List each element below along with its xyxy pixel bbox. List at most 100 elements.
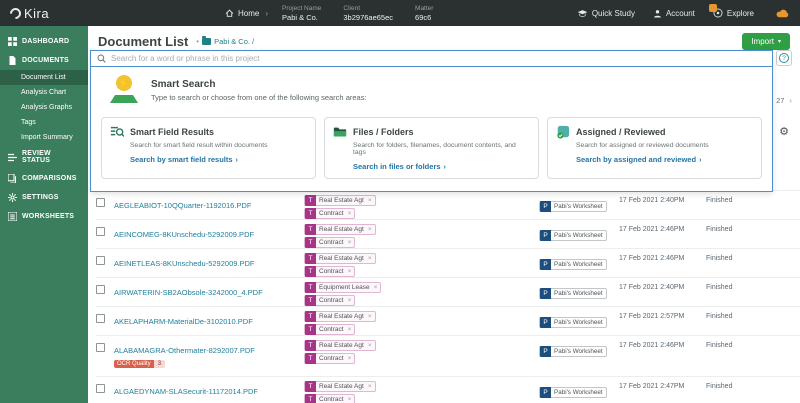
- project-name-label: Project Name: [282, 5, 321, 13]
- row-checkbox[interactable]: [96, 314, 105, 323]
- status-text: Finished: [706, 340, 732, 349]
- table-settings-gear-icon[interactable]: ⚙: [779, 127, 789, 137]
- worksheet-pill[interactable]: PPabi's Worksheet: [539, 387, 607, 398]
- search-input[interactable]: [111, 54, 766, 63]
- account-link[interactable]: Account: [653, 9, 695, 18]
- pagination-next-icon[interactable]: ›: [789, 96, 792, 105]
- search-by-smart-field-link[interactable]: Search by smart field results›: [130, 155, 307, 164]
- tag-pill[interactable]: TReal Estate Agt×: [304, 195, 376, 206]
- tag-pill[interactable]: TContract×: [304, 295, 355, 306]
- sidebar-item-document-list[interactable]: Document List: [0, 70, 88, 85]
- assigned-reviewed-icon: [556, 125, 570, 139]
- explore-link[interactable]: Explore: [713, 8, 754, 18]
- tag-label: Contract: [319, 396, 344, 403]
- search-in-files-link[interactable]: Search in files or folders›: [353, 162, 530, 171]
- tag-remove-icon[interactable]: ×: [374, 284, 378, 291]
- row-checkbox[interactable]: [96, 343, 105, 352]
- cloud-icon[interactable]: [776, 8, 790, 18]
- sidebar-item-review-status[interactable]: REVIEW STATUS: [0, 145, 88, 169]
- row-checkbox[interactable]: [96, 384, 105, 393]
- import-button-label: Import: [751, 37, 774, 46]
- tag-remove-icon[interactable]: ×: [348, 239, 352, 246]
- tag-label: Contract: [319, 239, 344, 246]
- quick-study-link[interactable]: Quick Study: [577, 9, 635, 18]
- row-checkbox[interactable]: [96, 198, 105, 207]
- card-files-folders[interactable]: Files / Folders Search for folders, file…: [324, 117, 539, 179]
- tag-remove-icon[interactable]: ×: [348, 396, 352, 403]
- document-link[interactable]: ALABAMAGRA-Othermater-8292007.PDF: [114, 345, 255, 356]
- sidebar-label-settings: SETTINGS: [22, 194, 59, 201]
- search-by-assigned-link[interactable]: Search by assigned and reviewed›: [576, 155, 753, 164]
- tag-remove-icon[interactable]: ×: [368, 383, 372, 390]
- tag-pill[interactable]: TContract×: [304, 353, 355, 364]
- help-button[interactable]: ?: [776, 50, 792, 66]
- table-row: AKELAPHARM-MaterialDe-3102010.PDF TReal E…: [96, 307, 800, 336]
- import-button[interactable]: Import ▾: [742, 33, 790, 50]
- tag-remove-icon[interactable]: ×: [368, 313, 372, 320]
- sidebar-item-comparisons[interactable]: COMPARISONS: [0, 169, 88, 188]
- worksheet-pill[interactable]: PPabi's Worksheet: [539, 346, 607, 357]
- card-title: Files / Folders: [353, 127, 414, 137]
- tag-pill[interactable]: TReal Estate Agt×: [304, 311, 376, 322]
- tag-pill[interactable]: TEquipment Lease×: [304, 282, 381, 293]
- sidebar-item-dashboard[interactable]: DASHBOARD: [0, 32, 88, 51]
- tags-cell: TReal Estate Agt× TContract×: [304, 311, 539, 335]
- home-link[interactable]: Home ›: [225, 9, 268, 18]
- sidebar: DASHBOARD DOCUMENTS Document List Analys…: [0, 26, 88, 403]
- worksheet-pill[interactable]: PPabi's Worksheet: [539, 201, 607, 212]
- document-link[interactable]: ALGAEDYNAM-SLASecurit-11172014.PDF: [114, 386, 258, 397]
- tag-remove-icon[interactable]: ×: [348, 326, 352, 333]
- kira-logo[interactable]: Kira: [10, 6, 225, 21]
- tag-pill[interactable]: TReal Estate Agt×: [304, 381, 376, 392]
- sidebar-item-analysis-graphs[interactable]: Analysis Graphs: [0, 100, 88, 115]
- tag-remove-icon[interactable]: ×: [368, 342, 372, 349]
- chevron-right-icon: ›: [444, 164, 446, 171]
- pagination-count: 27: [776, 96, 784, 105]
- worksheet-pill[interactable]: PPabi's Worksheet: [539, 288, 607, 299]
- sidebar-item-tags[interactable]: Tags: [0, 115, 88, 130]
- document-link[interactable]: AIRWATERIN-SB2AObsole-3242000_4.PDF: [114, 287, 263, 298]
- document-name-cell: AEGLEABIOT-10QQuarter-1192016.PDF: [114, 195, 304, 213]
- row-checkbox[interactable]: [96, 285, 105, 294]
- breadcrumb[interactable]: • Pabi & Co. /: [196, 37, 254, 46]
- tag-pill[interactable]: TReal Estate Agt×: [304, 224, 376, 235]
- home-icon: [225, 9, 234, 18]
- worksheet-pill[interactable]: PPabi's Worksheet: [539, 317, 607, 328]
- document-link[interactable]: AEINCOMEG-8KUnschedu-5292009.PDF: [114, 229, 254, 240]
- tag-remove-icon[interactable]: ×: [368, 197, 372, 204]
- sidebar-item-documents[interactable]: DOCUMENTS: [0, 51, 88, 70]
- worksheet-pill[interactable]: PPabi's Worksheet: [539, 259, 607, 270]
- account-label: Account: [666, 9, 695, 18]
- worksheet-type-badge: P: [540, 259, 551, 270]
- smart-search-title: Smart Search: [151, 79, 367, 90]
- document-link[interactable]: AEINETLEAS-8KUnschedu-5292009.PDF: [114, 258, 255, 269]
- tag-remove-icon[interactable]: ×: [348, 268, 352, 275]
- document-link[interactable]: AKELAPHARM-MaterialDe-3102010.PDF: [114, 316, 253, 327]
- tag-pill[interactable]: TContract×: [304, 324, 355, 335]
- document-name-cell: ALGAEDYNAM-SLASecurit-11172014.PDF: [114, 381, 304, 399]
- tag-pill[interactable]: TReal Estate Agt×: [304, 340, 376, 351]
- tag-remove-icon[interactable]: ×: [368, 255, 372, 262]
- tag-pill[interactable]: TContract×: [304, 266, 355, 277]
- card-assigned-reviewed[interactable]: Assigned / Reviewed Search for assigned …: [547, 117, 762, 179]
- tag-remove-icon[interactable]: ×: [348, 355, 352, 362]
- row-checkbox[interactable]: [96, 227, 105, 236]
- worksheet-cell: PPabi's Worksheet: [539, 224, 619, 242]
- sidebar-item-import-summary[interactable]: Import Summary: [0, 130, 88, 145]
- sidebar-item-worksheets[interactable]: WORKSHEETS: [0, 207, 88, 226]
- worksheet-pill[interactable]: PPabi's Worksheet: [539, 230, 607, 241]
- tag-pill[interactable]: TReal Estate Agt×: [304, 253, 376, 264]
- tag-remove-icon[interactable]: ×: [348, 297, 352, 304]
- tag-remove-icon[interactable]: ×: [368, 226, 372, 233]
- row-checkbox[interactable]: [96, 256, 105, 265]
- tag-remove-icon[interactable]: ×: [348, 210, 352, 217]
- sidebar-item-settings[interactable]: SETTINGS: [0, 188, 88, 207]
- tag-pill[interactable]: TContract×: [304, 208, 355, 219]
- sidebar-item-analysis-chart[interactable]: Analysis Chart: [0, 85, 88, 100]
- document-link[interactable]: AEGLEABIOT-10QQuarter-1192016.PDF: [114, 200, 251, 211]
- lightbulb-icon: ⚡: [116, 75, 132, 91]
- tag-pill[interactable]: TContract×: [304, 237, 355, 248]
- tag-pill[interactable]: TContract×: [304, 394, 355, 403]
- worksheet-cell: PPabi's Worksheet: [539, 311, 619, 329]
- card-smart-field-results[interactable]: Smart Field Results Search for smart fie…: [101, 117, 316, 179]
